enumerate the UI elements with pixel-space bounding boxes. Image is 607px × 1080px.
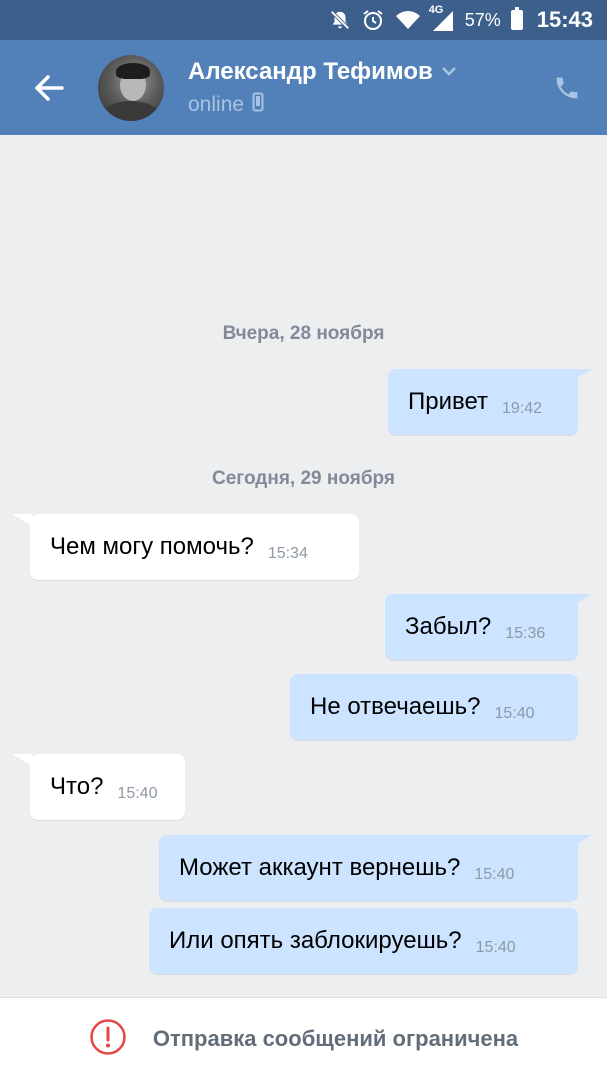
bubble-tail xyxy=(572,594,592,606)
phone-icon xyxy=(556,77,578,98)
network-label: 4G xyxy=(428,4,444,16)
status-bar: 4G 57% 15:43 xyxy=(0,0,607,40)
battery-icon xyxy=(510,7,523,30)
status-time: 15:43 xyxy=(536,7,593,32)
message-time: 15:40 xyxy=(494,705,535,722)
bubble-tail xyxy=(572,369,592,381)
message-text: Не отвечаешь? xyxy=(310,693,481,720)
message-text: Может аккаунт вернешь? xyxy=(179,854,461,881)
message-time: 15:34 xyxy=(267,545,308,562)
contact-info[interactable]: Александр Тефимов online xyxy=(188,58,527,117)
message-time: 15:40 xyxy=(474,866,515,883)
message-time: 15:40 xyxy=(475,939,516,956)
arrow-left-icon xyxy=(35,74,64,101)
message-outgoing[interactable]: Или опять заблокируешь? 15:40 xyxy=(149,908,578,974)
message-outgoing[interactable]: Может аккаунт вернешь? 15:40 xyxy=(159,835,578,901)
message-outgoing[interactable]: Привет 19:42 xyxy=(388,369,578,435)
alert-circle-icon xyxy=(89,1018,127,1061)
message-text: Привет xyxy=(408,388,489,415)
message-time: 15:40 xyxy=(117,785,158,802)
message-outgoing[interactable]: Забыл? 15:36 xyxy=(385,594,578,660)
chevron-down-icon xyxy=(441,63,457,81)
message-text: Чем могу помочь? xyxy=(50,533,254,560)
call-button[interactable] xyxy=(527,40,607,135)
battery-percent: 57% xyxy=(464,9,501,30)
message-text: Забыл? xyxy=(405,613,492,640)
avatar[interactable] xyxy=(98,54,164,121)
chat-header: Александр Тефимов online xyxy=(0,40,607,135)
message-incoming[interactable]: Чем могу помочь? 15:34 xyxy=(30,514,359,580)
contact-status: online xyxy=(188,92,245,116)
bell-off-icon xyxy=(329,8,351,32)
message-time: 15:36 xyxy=(505,625,546,642)
message-list[interactable]: Вчера, 28 ноября Привет 19:42 Сегодня, 2… xyxy=(0,135,607,997)
restriction-bar: Отправка сообщений ограничена xyxy=(0,997,607,1080)
date-separator: Сегодня, 29 ноября xyxy=(212,468,395,489)
date-separator: Вчера, 28 ноября xyxy=(222,323,385,344)
restriction-message: Отправка сообщений ограничена xyxy=(152,1026,519,1051)
bubble-tail xyxy=(572,835,592,847)
bubble-tail xyxy=(12,754,32,766)
bubble-tail xyxy=(12,514,32,526)
message-incoming[interactable]: Что? 15:40 xyxy=(30,754,185,820)
alarm-icon xyxy=(361,8,385,32)
back-button[interactable] xyxy=(0,40,98,135)
mobile-phone-icon xyxy=(252,92,264,117)
contact-name: Александр Тефимов xyxy=(188,58,433,85)
message-text: Или опять заблокируешь? xyxy=(169,927,462,954)
wifi-icon xyxy=(395,8,421,32)
signal-4g-icon: 4G xyxy=(429,4,455,32)
message-outgoing[interactable]: Не отвечаешь? 15:40 xyxy=(290,674,578,740)
message-time: 19:42 xyxy=(502,400,543,417)
message-text: Что? xyxy=(50,773,104,800)
